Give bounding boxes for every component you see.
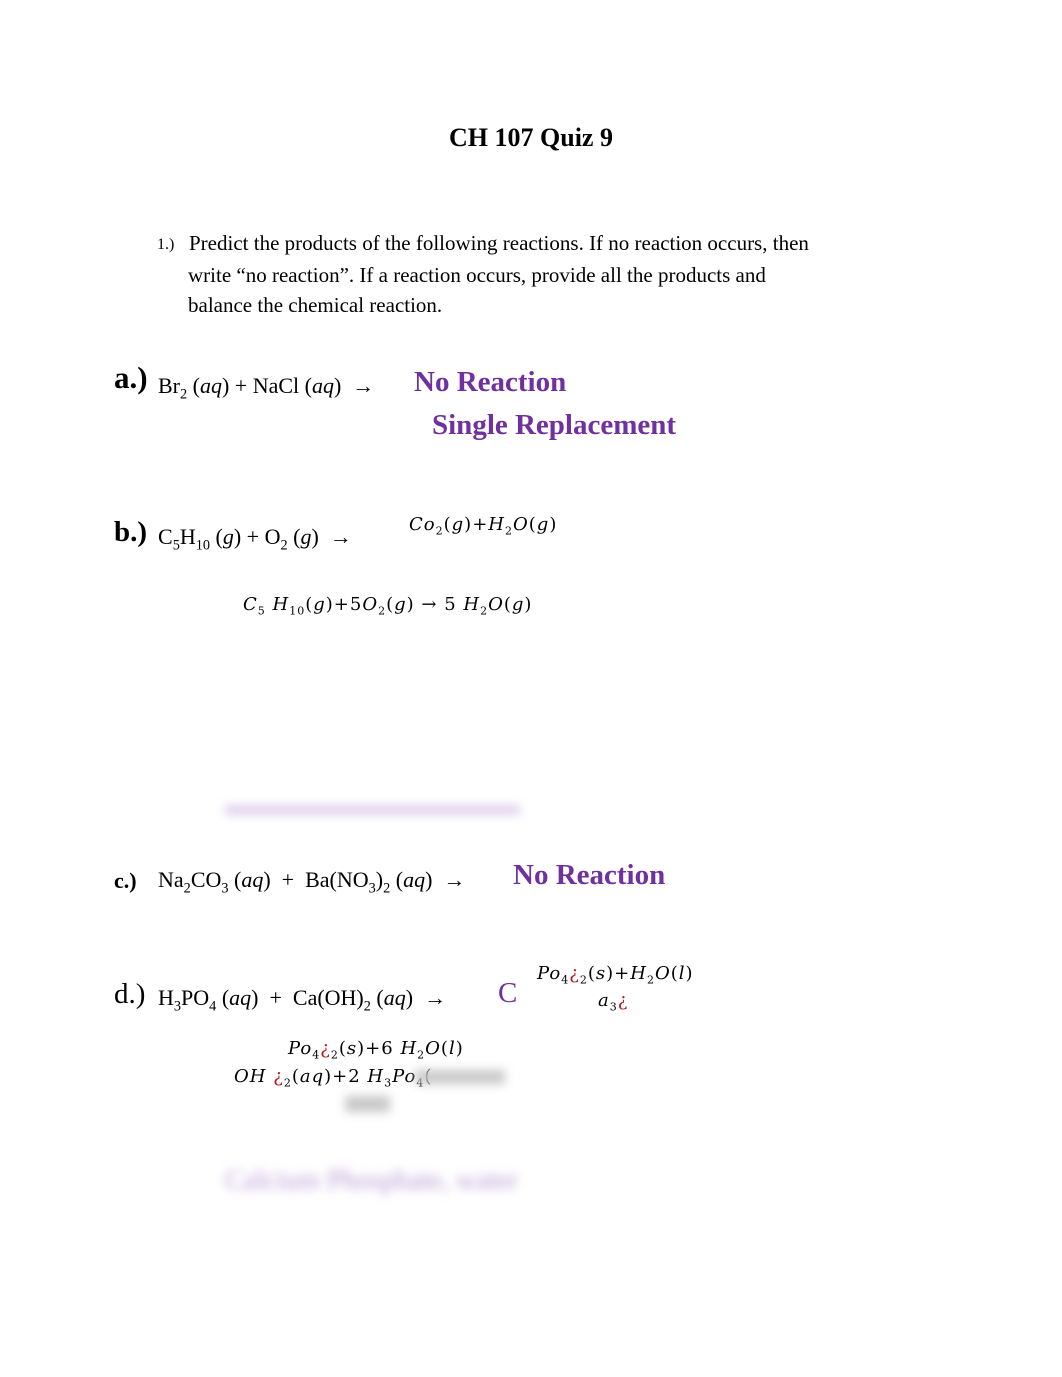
part-c-answer: No Reaction [513, 859, 666, 891]
part-a-reaction-type: Single Replacement [432, 409, 677, 441]
instruction-line-3: balance the chemical reaction. [188, 293, 443, 317]
part-d-blurred-answer: Calcium Phosphate, water [225, 1165, 519, 1196]
part-b-products-math: Co2(g)+H2O(g) [409, 514, 558, 538]
part-c-label: c.) [114, 868, 137, 893]
part-a-answer: No Reaction [414, 366, 567, 398]
part-a-equation: Br2 (aq) + NaCl (aq) → [158, 373, 375, 403]
blurred-annotation [225, 806, 520, 814]
part-b-balanced-math: C5 H10(g)+5O2(g) → 5 H2O(g) [243, 594, 533, 618]
part-d-balanced-math-1: Po4¿2(s)+6 H2O(l) [288, 1038, 464, 1062]
blurred-math-fragment [415, 1070, 505, 1084]
part-d-answer-prefix: C [498, 977, 518, 1009]
part-d-products-math-2: a3¿ [598, 990, 629, 1014]
part-d-balanced-math-2: OH ¿2(aq)+2 H3Po4( [234, 1066, 431, 1090]
instruction-line-2: write “no reaction”. If a reaction occur… [188, 263, 766, 287]
part-d-label: d.) [114, 978, 146, 1010]
part-a-label: a.) [114, 360, 148, 395]
instruction-line-1: Predict the products of the following re… [189, 231, 809, 255]
part-b-label: b.) [114, 516, 148, 548]
part-b-equation: C5H10 (g) + O2 (g) → [158, 524, 352, 554]
page-title: CH 107 Quiz 9 [449, 123, 613, 152]
part-d-equation: H3PO4 (aq) + Ca(OH)2 (aq) → [158, 985, 447, 1015]
blurred-math-fragment [345, 1096, 390, 1112]
question-number: 1.) [157, 236, 175, 253]
part-d-products-math: Po4¿2(s)+H2O(l) [537, 963, 694, 987]
part-c-equation: Na2CO3 (aq) + Ba(NO3)2 (aq) → [158, 867, 466, 897]
